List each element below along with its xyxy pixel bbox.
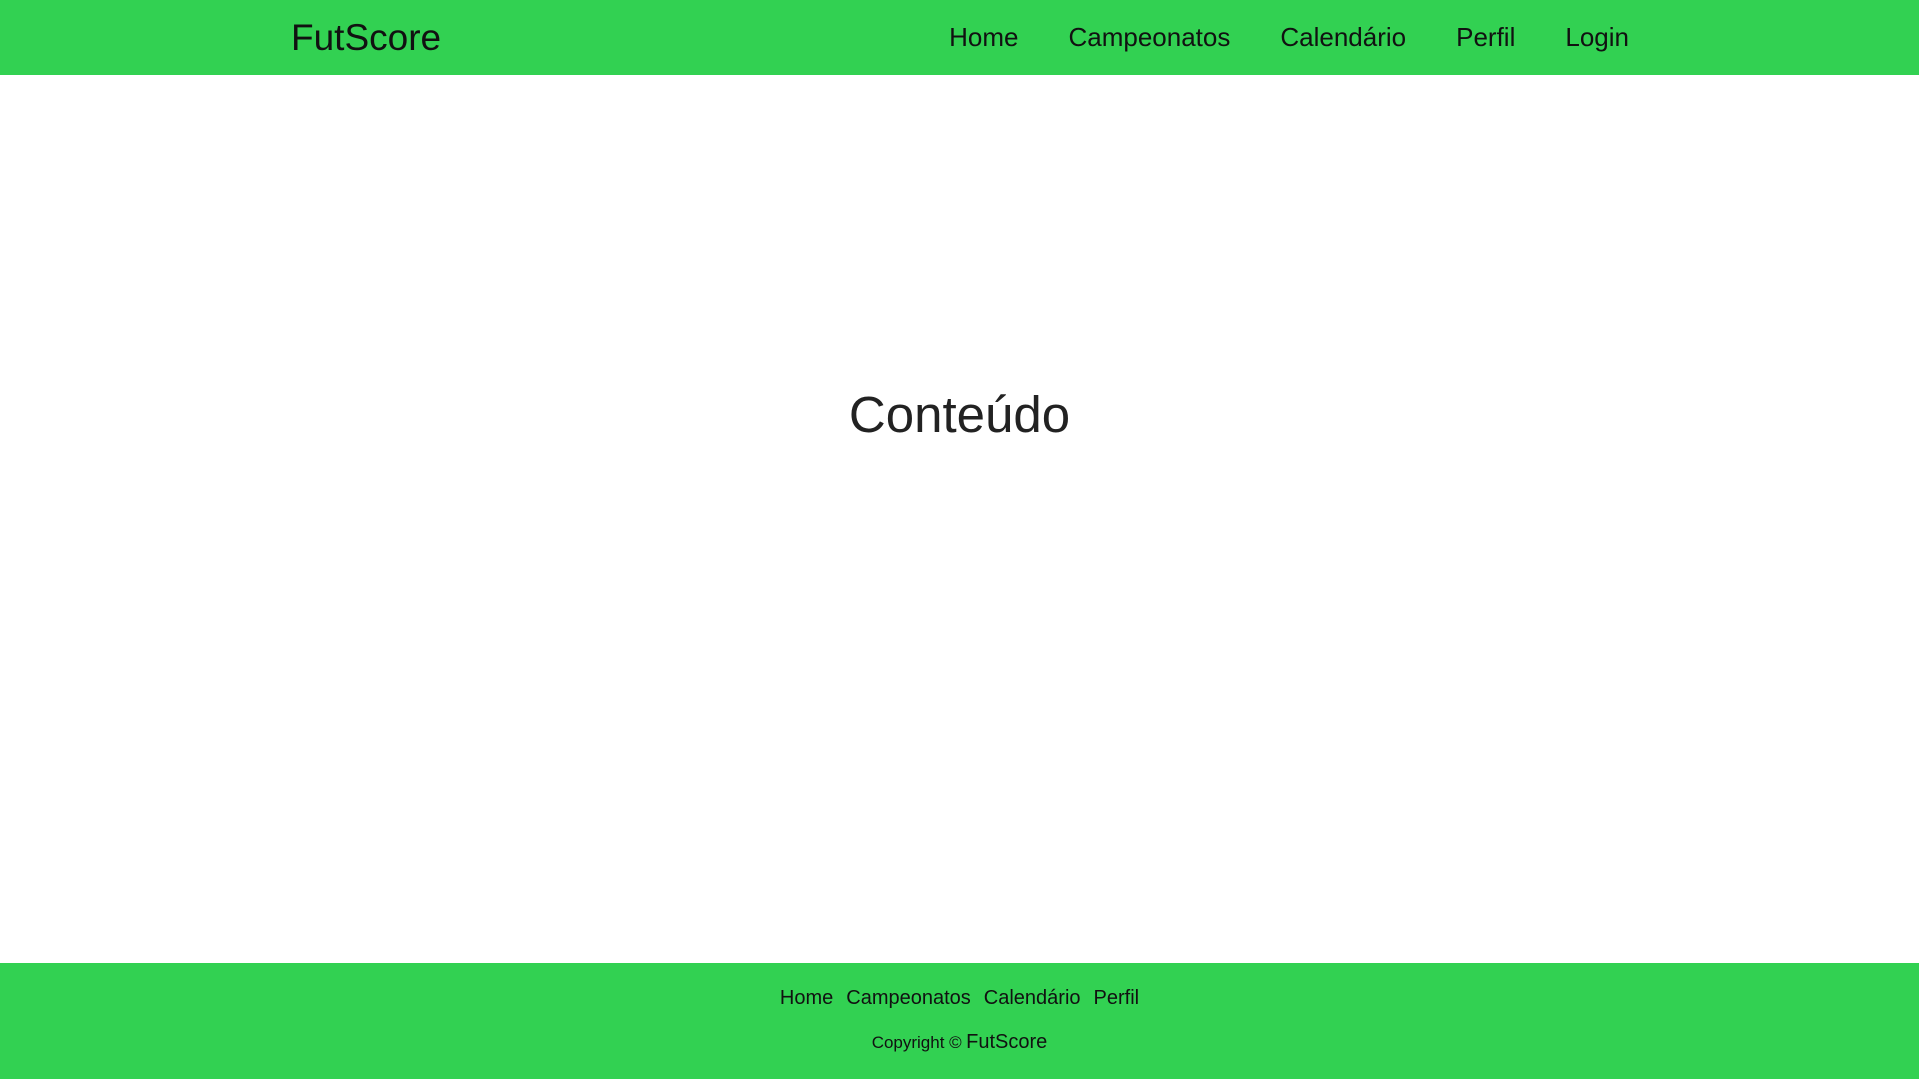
brand-logo-link[interactable]: FutScore	[291, 0, 441, 75]
top-navbar: FutScore Home Campeonatos Calendário Per…	[0, 0, 1919, 75]
footer: Home Campeonatos Calendário Perfil Copyr…	[0, 963, 1919, 1079]
copyright: Copyright © FutScore	[0, 1031, 1919, 1054]
copyright-brand: FutScore	[966, 1031, 1048, 1053]
footer-link-home[interactable]: Home	[780, 987, 833, 1010]
footer-nav: Home Campeonatos Calendário Perfil	[0, 987, 1919, 1010]
main-content: Conteúdo	[0, 75, 1919, 963]
footer-link-campeonatos[interactable]: Campeonatos	[846, 987, 971, 1010]
nav-link-campeonatos[interactable]: Campeonatos	[1068, 22, 1230, 53]
nav-link-calendario[interactable]: Calendário	[1280, 22, 1406, 53]
nav-link-home[interactable]: Home	[949, 22, 1018, 53]
nav-link-login[interactable]: Login	[1565, 22, 1629, 53]
footer-link-calendario[interactable]: Calendário	[984, 987, 1081, 1010]
main-nav: Home Campeonatos Calendário Perfil Login	[949, 0, 1629, 75]
page-title: Conteúdo	[848, 386, 1071, 443]
nav-link-perfil[interactable]: Perfil	[1456, 22, 1515, 53]
footer-link-perfil[interactable]: Perfil	[1094, 987, 1140, 1010]
copyright-text: Copyright ©	[871, 1033, 962, 1052]
